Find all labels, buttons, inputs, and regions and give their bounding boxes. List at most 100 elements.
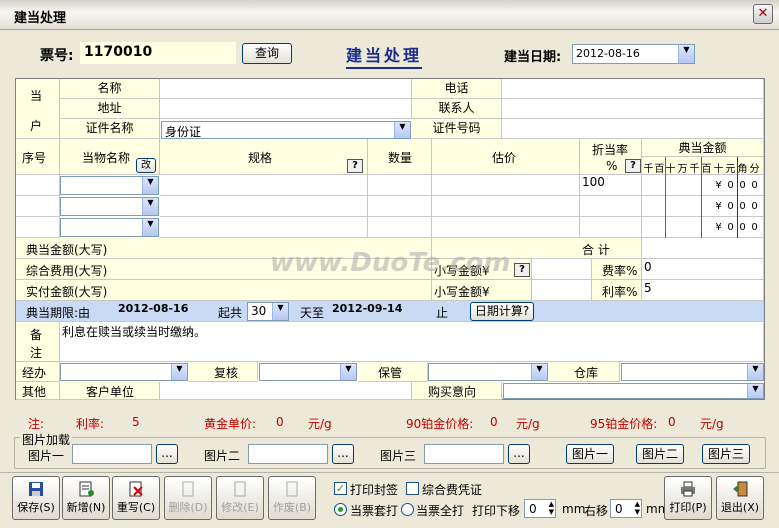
id-number-input[interactable]	[502, 119, 764, 139]
days-select[interactable]: 30 ▼	[247, 302, 289, 321]
date-value: 2012-08-16	[576, 47, 640, 60]
qty-input[interactable]	[368, 175, 432, 196]
stepper-arrows-icon[interactable]: ▲ ▼	[635, 500, 640, 516]
watermark: www.DuoTe.com	[270, 248, 511, 278]
pic2-label: 图片二	[204, 449, 241, 463]
amount-digits: ¥ 0 0 0	[642, 175, 764, 196]
reviewer-label: 复核	[188, 362, 258, 382]
handler-select[interactable]: ▼	[60, 363, 188, 381]
exit-button[interactable]: 退出(X)	[716, 476, 764, 520]
rewrite-button[interactable]: 重写(C)	[112, 476, 160, 520]
chevron-down-icon[interactable]: ▼	[142, 198, 158, 215]
chevron-down-icon[interactable]: ▼	[272, 303, 288, 320]
spec-input[interactable]	[160, 175, 368, 196]
contact-input[interactable]	[502, 99, 764, 119]
offset-right-stepper[interactable]: 0 ▲ ▼	[610, 499, 642, 518]
pic2-path-input[interactable]	[248, 444, 328, 464]
view-pic2-button[interactable]: 图片二	[636, 444, 684, 464]
delete-button[interactable]: 删除(D)	[164, 476, 212, 520]
query-button[interactable]: 查询	[242, 43, 292, 64]
col-spec: 规格	[160, 139, 368, 175]
pic2-browse-button[interactable]: ...	[332, 444, 354, 464]
offset-down-stepper[interactable]: 0 ▲ ▼	[524, 499, 556, 518]
term-start-date[interactable]: 2012-08-16	[118, 302, 188, 315]
pic3-browse-button[interactable]: ...	[508, 444, 530, 464]
close-button[interactable]: ✕	[753, 4, 773, 24]
pic3-label: 图片三	[380, 449, 417, 463]
fee-small-value[interactable]	[532, 259, 592, 280]
fee-rate-value[interactable]: 0	[642, 259, 764, 280]
edit-item-name-button[interactable]: 改	[136, 158, 156, 173]
new-button[interactable]: 新增(N)	[62, 476, 110, 520]
rate-help-button[interactable]: ?	[625, 159, 641, 173]
chevron-down-icon[interactable]: ▼	[747, 364, 763, 380]
address-label: 地址	[60, 99, 160, 119]
note-label: 注:	[28, 417, 45, 431]
phone-input[interactable]	[502, 79, 764, 99]
spec-help-button[interactable]: ?	[347, 159, 363, 173]
ticket-number-field[interactable]: 1170010	[80, 42, 236, 64]
purchase-intent-label: 购买意向	[412, 382, 502, 400]
modify-button[interactable]: 修改(E)	[216, 476, 264, 520]
pic1-path-input[interactable]	[72, 444, 152, 464]
spec-input[interactable]	[160, 196, 368, 217]
purchase-intent-select[interactable]: ▼	[503, 383, 764, 399]
actual-small-value[interactable]	[532, 280, 592, 301]
stepper-arrows-icon[interactable]: ▲ ▼	[549, 500, 554, 516]
radio-full-print[interactable]	[401, 503, 414, 516]
qty-input[interactable]	[368, 196, 432, 217]
id-type-select[interactable]: 身份证 ▼	[161, 121, 411, 139]
pic1-browse-button[interactable]: ...	[156, 444, 178, 464]
term-end-date[interactable]: 2012-09-14	[332, 302, 402, 315]
reviewer-select[interactable]: ▼	[259, 363, 357, 381]
chevron-down-icon[interactable]: ▼	[142, 219, 158, 236]
chevron-down-icon[interactable]: ▼	[531, 364, 547, 380]
item-name-select[interactable]: ▼	[60, 197, 159, 216]
radio-set-print[interactable]	[334, 503, 347, 516]
new-document-icon	[79, 481, 94, 497]
interest-rate-value[interactable]: 5	[642, 280, 764, 301]
fee-voucher-checkbox[interactable]	[406, 482, 419, 495]
digit-divider	[665, 157, 666, 238]
date-calc-button[interactable]: 日期计算?	[470, 302, 534, 321]
void-button[interactable]: 作废(B)	[268, 476, 316, 520]
main-form-grid: 当 户 名称 电话 地址 联系人 证件名称 身份证 ▼ 证件号码 序号 当物名称…	[15, 78, 765, 400]
chevron-down-icon[interactable]: ▼	[747, 384, 763, 398]
item-name-select[interactable]: ▼	[60, 218, 159, 237]
rate-input[interactable]	[580, 196, 642, 217]
col-estimate: 估价	[432, 139, 580, 175]
save-button[interactable]: 保存(S)	[12, 476, 60, 520]
pt90-unit: 元/g	[516, 417, 540, 431]
address-input[interactable]	[160, 99, 412, 119]
exit-door-icon	[733, 481, 748, 497]
qty-input[interactable]	[368, 217, 432, 238]
estimate-input[interactable]	[432, 175, 580, 196]
print-seal-checkbox[interactable]: ✓	[334, 482, 347, 495]
row-seq	[16, 196, 60, 217]
estimate-input[interactable]	[432, 217, 580, 238]
price-rate-label: 利率:	[76, 417, 105, 431]
warehouse-select[interactable]: ▼	[621, 363, 764, 381]
keeper-select[interactable]: ▼	[428, 363, 548, 381]
chevron-down-icon[interactable]: ▼	[394, 122, 410, 138]
pic3-path-input[interactable]	[424, 444, 504, 464]
chevron-down-icon[interactable]: ▼	[678, 45, 694, 63]
view-pic3-button[interactable]: 图片三	[702, 444, 750, 464]
rate-input[interactable]	[580, 217, 642, 238]
chevron-down-icon[interactable]: ▼	[142, 177, 158, 194]
chevron-down-icon[interactable]: ▼	[340, 364, 356, 380]
estimate-input[interactable]	[432, 196, 580, 217]
item-name-select[interactable]: ▼	[60, 176, 159, 195]
chevron-down-icon[interactable]: ▼	[171, 364, 187, 380]
pic1-label: 图片一	[28, 449, 65, 463]
spec-input[interactable]	[160, 217, 368, 238]
date-picker[interactable]: 2012-08-16 ▼	[572, 44, 695, 64]
print-button[interactable]: 打印(P)	[664, 476, 712, 520]
client-unit-input[interactable]	[160, 382, 412, 400]
fee-help-button[interactable]: ?	[514, 263, 530, 277]
pt95-label: 95铂金价格:	[590, 417, 658, 431]
view-pic1-button[interactable]: 图片一	[566, 444, 614, 464]
rate-input[interactable]: 100	[580, 175, 642, 196]
remarks-textarea[interactable]: 利息在赎当或续当时缴纳。	[60, 322, 764, 362]
name-input[interactable]	[160, 79, 412, 99]
